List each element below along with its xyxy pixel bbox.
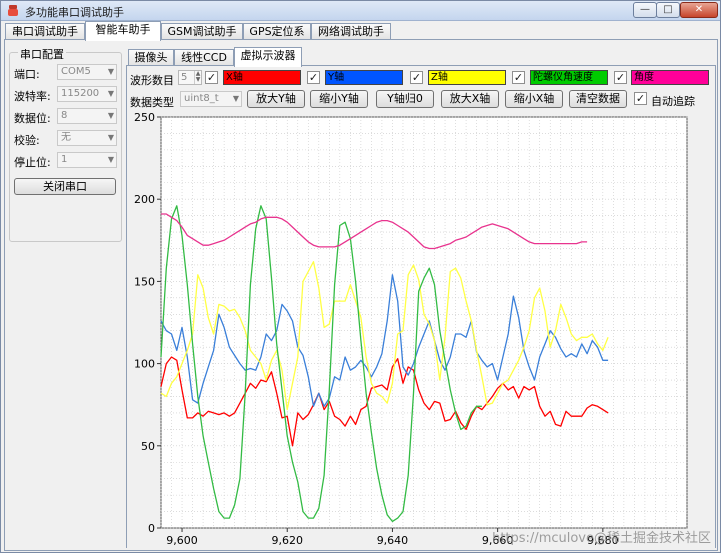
chevron-down-icon: ▼: [107, 111, 114, 120]
baud-value: 115200: [61, 88, 100, 99]
baud-select[interactable]: 115200 ▼: [57, 86, 117, 102]
stopbits-select[interactable]: 1 ▼: [57, 152, 117, 168]
channel-3-checkbox[interactable]: ✓: [410, 71, 423, 84]
zoom-in-x-button[interactable]: 放大X轴: [441, 90, 499, 108]
parity-select[interactable]: 无 ▼: [57, 130, 117, 146]
stopbits-value: 1: [61, 154, 68, 165]
y-tick-label: 250: [134, 113, 155, 124]
minimize-button[interactable]: —: [633, 2, 657, 18]
window-title: 多功能串口调试助手: [25, 6, 124, 19]
app-icon: [8, 5, 18, 16]
auto-track-label: 自动追踪: [651, 95, 695, 108]
chevron-down-icon: ▼: [107, 67, 114, 76]
channel-4-label: 陀螺仪角速度: [533, 72, 593, 83]
port-value: COM5: [61, 66, 91, 77]
y-tick-label: 0: [148, 522, 155, 535]
oscilloscope-panel: 波形数目 5 ▲ ▼ ✓ X轴 ✓ Y轴 ✓ Z轴 ✓ 陀螺仪角速度 ✓ 角度 数据…: [126, 65, 716, 548]
zoom-out-y-button[interactable]: 缩小Y轴: [310, 90, 368, 108]
close-window-button[interactable]: ✕: [680, 2, 718, 18]
spinner-arrows-icon: ▲ ▼: [194, 70, 201, 84]
tab-gsm-debug[interactable]: GSM调试助手: [161, 23, 243, 40]
channel-1-swatch[interactable]: X轴: [223, 70, 301, 85]
clear-data-button[interactable]: 清空数据: [569, 90, 627, 108]
chevron-down-icon: ▼: [107, 133, 114, 142]
serial-config-title: 串口配置: [18, 46, 66, 62]
databits-select[interactable]: 8 ▼: [57, 108, 117, 124]
tab-camera[interactable]: 摄像头: [128, 49, 174, 66]
y-tick-label: 150: [134, 275, 155, 288]
tab-virtual-oscilloscope[interactable]: 虚拟示波器: [234, 47, 302, 67]
channel-1-checkbox[interactable]: ✓: [205, 71, 218, 84]
auto-track-checkbox[interactable]: ✓: [634, 92, 647, 105]
tab-serial-debug[interactable]: 串口调试助手: [5, 23, 85, 40]
port-label: 端口:: [14, 68, 40, 81]
tab-gps[interactable]: GPS定位系统: [243, 23, 311, 53]
watermark: https://mculove@稀土掘金技术社区: [492, 531, 711, 546]
y-tick-label: 50: [141, 440, 155, 453]
plot-background: [160, 116, 688, 529]
baud-label: 波特率:: [14, 90, 51, 103]
channel-2-swatch[interactable]: Y轴: [325, 70, 403, 85]
parity-label: 校验:: [14, 134, 40, 147]
wave-count-value: 5: [181, 72, 188, 83]
smart-car-panel: 串口配置 端口: COM5 ▼ 波特率: 115200 ▼ 数据位: 8 ▼ 校验: …: [4, 39, 718, 551]
parity-value: 无: [61, 132, 71, 143]
close-port-button[interactable]: 关闭串口: [14, 178, 116, 195]
channel-5-checkbox[interactable]: ✓: [614, 71, 627, 84]
channel-1-label: X轴: [226, 72, 243, 83]
wave-count-spinner[interactable]: 5 ▲ ▼: [178, 70, 202, 85]
maximize-button[interactable]: □: [656, 2, 680, 18]
data-type-select[interactable]: uint8_t ▼: [180, 91, 242, 107]
serial-config-group: 串口配置 端口: COM5 ▼ 波特率: 115200 ▼ 数据位: 8 ▼ 校验: …: [9, 46, 122, 242]
chevron-down-icon: ▼: [107, 155, 114, 164]
title-bar[interactable]: 多功能串口调试助手 — □ ✕: [1, 1, 720, 21]
data-type-value: uint8_t: [184, 93, 219, 104]
chevron-down-icon: ▼: [232, 94, 239, 103]
zoom-in-y-button[interactable]: 放大Y轴: [247, 90, 305, 108]
reset-y-button[interactable]: Y轴归0: [376, 90, 434, 108]
x-tick-label: 9,640: [377, 534, 409, 547]
x-tick-label: 9,620: [271, 534, 303, 547]
app-window: 多功能串口调试助手 — □ ✕ 串口调试助手 智能车助手 GSM调试助手 GPS…: [0, 0, 721, 553]
x-tick-label: 9,600: [166, 534, 198, 547]
y-tick-label: 200: [134, 193, 155, 206]
channel-4-swatch[interactable]: 陀螺仪角速度: [530, 70, 608, 85]
zoom-out-x-button[interactable]: 缩小X轴: [505, 90, 563, 108]
port-select[interactable]: COM5 ▼: [57, 64, 117, 80]
channel-4-checkbox[interactable]: ✓: [512, 71, 525, 84]
chevron-down-icon: ▼: [107, 89, 114, 98]
tab-network-debug[interactable]: 网络调试助手: [311, 23, 391, 40]
tab-smart-car[interactable]: 智能车助手: [85, 21, 161, 41]
tab-linear-ccd[interactable]: 线性CCD: [174, 49, 234, 66]
channel-2-checkbox[interactable]: ✓: [307, 71, 320, 84]
data-type-label: 数据类型: [130, 96, 174, 109]
channel-5-label: 角度: [634, 72, 654, 83]
channel-5-swatch[interactable]: 角度: [631, 70, 709, 85]
stopbits-label: 停止位:: [14, 156, 51, 169]
databits-label: 数据位:: [14, 112, 51, 125]
oscilloscope-chart: 0501001502002509,600 9,620 9,640 9,660 9,680: [134, 111, 688, 547]
databits-value: 8: [61, 110, 68, 121]
wave-count-label: 波形数目: [130, 74, 174, 87]
channel-2-label: Y轴: [328, 72, 345, 83]
channel-3-swatch[interactable]: Z轴: [428, 70, 506, 85]
y-tick-label: 100: [134, 358, 155, 371]
channel-3-label: Z轴: [431, 72, 448, 83]
oscilloscope-plot[interactable]: 0 50 100 150 200 250 9,600 9,620 9,640 9,660 9,680…: [127, 111, 715, 548]
